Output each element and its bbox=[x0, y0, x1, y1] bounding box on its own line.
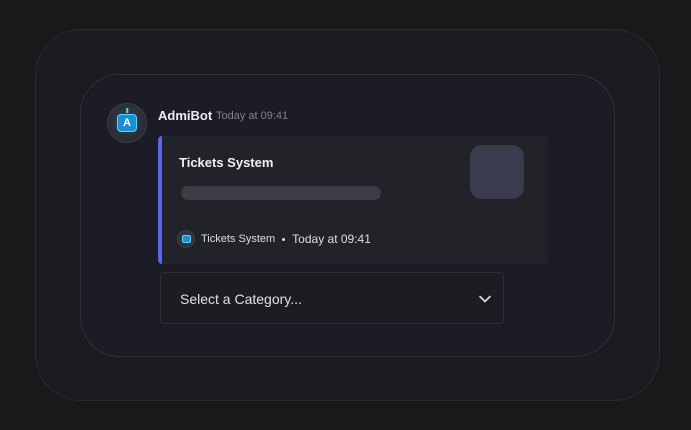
footer-separator-dot bbox=[282, 237, 286, 241]
embed-description-placeholder bbox=[181, 186, 381, 200]
embed-card: Tickets System Tickets System Today at 0… bbox=[158, 136, 548, 264]
select-placeholder: Select a Category... bbox=[180, 291, 302, 307]
footer-robot-icon bbox=[177, 230, 195, 248]
embed-title: Tickets System bbox=[179, 155, 274, 170]
embed-footer: Tickets System Today at 09:41 bbox=[177, 230, 371, 248]
category-select[interactable]: Select a Category... bbox=[160, 272, 504, 324]
footer-timestamp: Today at 09:41 bbox=[292, 232, 371, 246]
footer-name: Tickets System bbox=[201, 233, 276, 245]
author-name[interactable]: AdmiBot bbox=[158, 108, 212, 123]
robot-icon: A bbox=[117, 108, 137, 132]
bot-avatar[interactable]: A bbox=[107, 103, 147, 143]
chevron-down-icon bbox=[479, 295, 491, 303]
message-timestamp: Today at 09:41 bbox=[216, 110, 289, 122]
embed-thumbnail[interactable] bbox=[470, 145, 524, 199]
avatar-letter: A bbox=[123, 117, 131, 129]
